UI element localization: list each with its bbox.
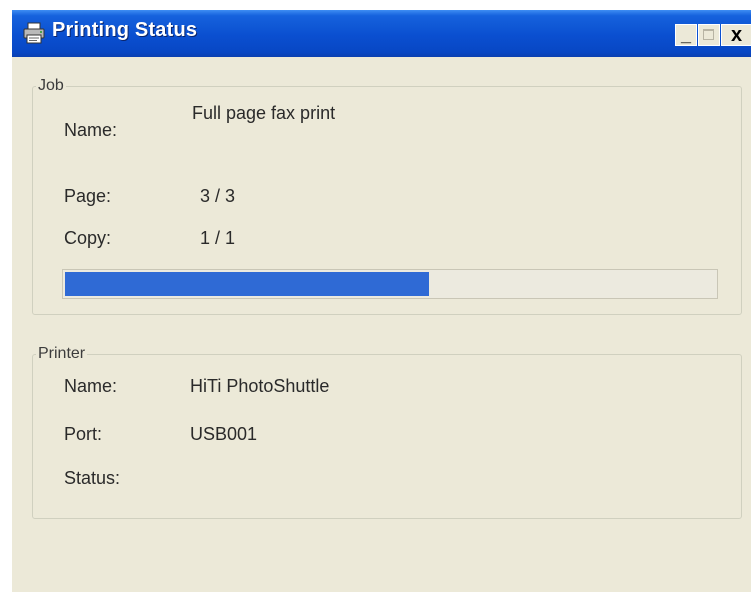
printer-name-value: HiTi PhotoShuttle — [190, 376, 330, 396]
printer-legend: Printer — [38, 345, 86, 362]
job-copy-label: Copy: — [64, 228, 112, 248]
title-bar[interactable]: Printing Status _ x — [12, 10, 751, 57]
close-button[interactable]: x — [721, 24, 751, 46]
job-page-label: Page: — [64, 186, 112, 206]
window-title: Printing Status — [52, 19, 198, 41]
print-progress-bar — [62, 269, 718, 299]
minimize-button[interactable]: _ — [675, 24, 697, 46]
job-page-value: 3 / 3 — [200, 186, 236, 206]
progress-fill — [65, 272, 429, 296]
job-legend: Job — [38, 77, 64, 94]
maximize-icon — [703, 29, 714, 40]
printer-group: Printer — [32, 345, 742, 519]
printer-status-label: Status: — [64, 468, 121, 488]
printer-port-label: Port: — [64, 424, 103, 444]
printing-status-window: Printing Status _ x Job Name: Full page … — [12, 10, 751, 592]
printer-icon — [22, 21, 46, 45]
printer-port-value: USB001 — [190, 424, 258, 444]
maximize-button[interactable] — [698, 24, 720, 46]
job-copy-value: 1 / 1 — [200, 228, 236, 248]
job-name-label: Name: — [64, 120, 118, 140]
printer-name-label: Name: — [64, 376, 118, 396]
job-name-value: Full page fax print — [192, 103, 336, 123]
